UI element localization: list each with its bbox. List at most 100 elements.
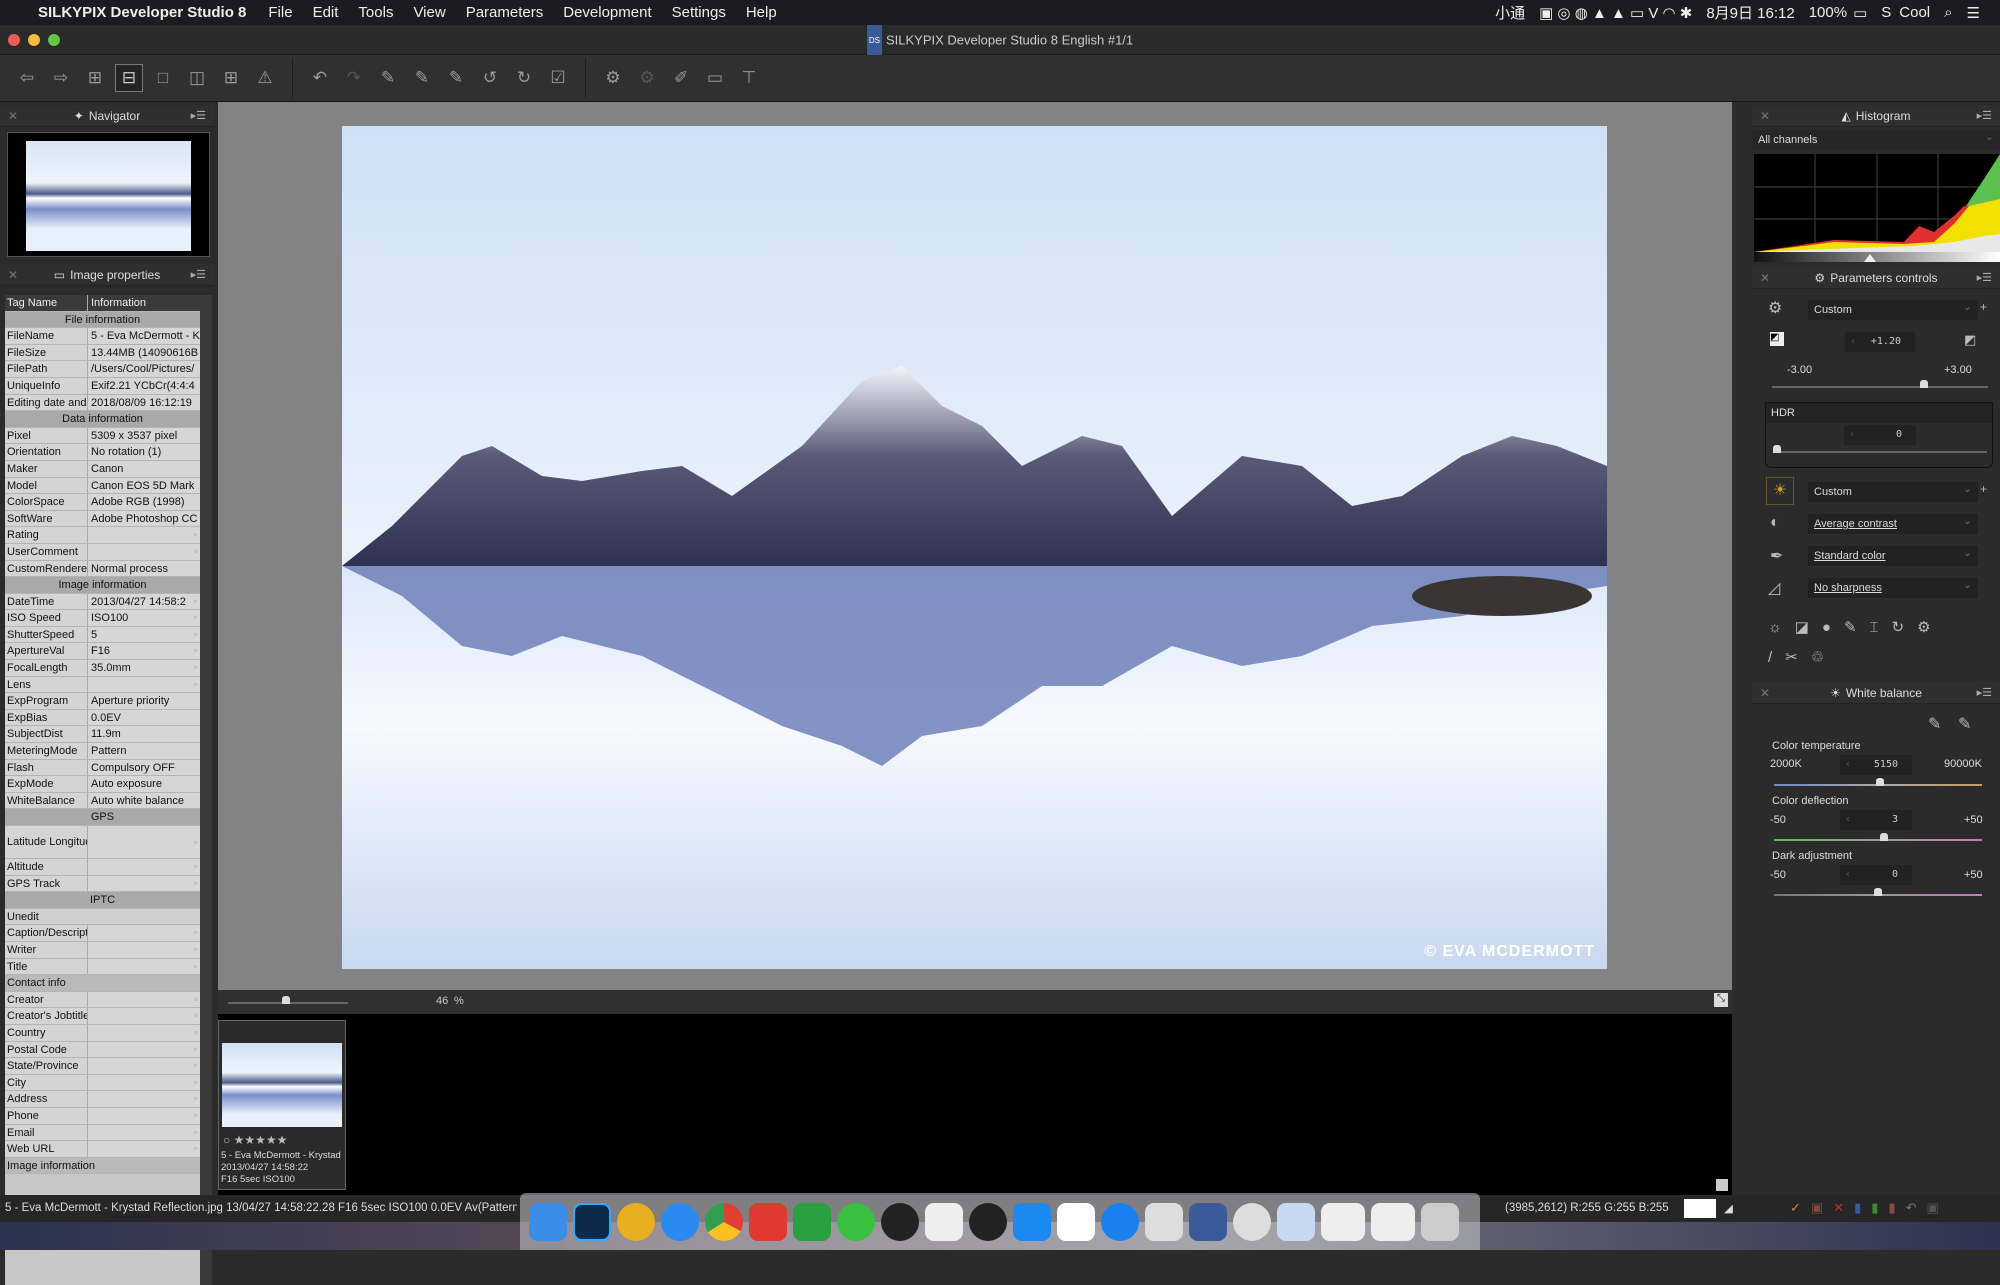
edit-icon[interactable]: ▫	[194, 594, 197, 610]
edit-icon[interactable]: ▫	[194, 1141, 197, 1157]
menu-parameters[interactable]: Parameters	[466, 4, 544, 21]
close-window-button[interactable]	[8, 34, 20, 46]
tag-value[interactable]: ▫	[88, 1058, 200, 1074]
tag-value[interactable]: ▫	[88, 925, 200, 941]
dock-baidu-icon[interactable]	[1057, 1202, 1095, 1241]
dock-g-app-icon[interactable]	[749, 1202, 787, 1241]
color-deflection-spinner[interactable]: 3	[1840, 810, 1912, 830]
battery-icon[interactable]: ▭	[1853, 4, 1867, 22]
add-icon[interactable]: +	[1980, 300, 1987, 314]
close-icon[interactable]: ✕	[1760, 686, 1770, 700]
thumbnail-grid-icon[interactable]: ⊞	[81, 64, 109, 92]
dock-silkypix-icon[interactable]	[1189, 1202, 1227, 1241]
edit-icon[interactable]: ▫	[194, 1091, 197, 1107]
close-icon[interactable]: ✕	[1760, 109, 1770, 123]
dock-safari-icon[interactable]	[661, 1202, 699, 1241]
edit-icon[interactable]: ▫	[194, 1008, 197, 1024]
checkbox-icon[interactable]: ☑	[544, 64, 572, 92]
dock-qq-icon[interactable]	[881, 1202, 919, 1241]
tag-value[interactable]: ▫	[88, 826, 200, 858]
tag-value[interactable]: ▫	[88, 1107, 200, 1124]
fit-icon[interactable]: ⤡	[1714, 993, 1728, 1007]
menu-view[interactable]: View	[413, 4, 445, 21]
tool-icons-row1[interactable]: ☼◪●✎⌶↻⚙	[1768, 618, 1944, 636]
save-settings-icon[interactable]: ⚙	[599, 64, 627, 92]
panel-menu-icon[interactable]: ▸☰	[191, 109, 206, 122]
tag-value[interactable]: 5 ▫	[88, 626, 200, 643]
menu-settings[interactable]: Settings	[672, 4, 726, 21]
menu-edit[interactable]: Edit	[313, 4, 339, 21]
dock-wechat-icon[interactable]	[837, 1202, 875, 1241]
taste-select[interactable]: Custom	[1808, 297, 1978, 320]
develop-icon[interactable]: ✐	[667, 64, 695, 92]
contrast-select[interactable]: Average contrast	[1808, 511, 1978, 534]
gray-dropper-icon[interactable]: ✎	[408, 64, 436, 92]
scroll-icon[interactable]	[1716, 1179, 1728, 1191]
edit-icon[interactable]: ▫	[194, 677, 197, 693]
dock-photoshop-icon[interactable]	[573, 1202, 611, 1241]
edit-icon[interactable]: ▫	[194, 826, 197, 858]
dock-1password-icon[interactable]	[1233, 1202, 1271, 1241]
edit-icon[interactable]: ▫	[194, 876, 197, 892]
dock-screenshot2-icon[interactable]	[1371, 1202, 1415, 1241]
hdr-label[interactable]: HDR	[1766, 403, 1992, 423]
edit-icon[interactable]: ▫	[194, 544, 197, 560]
hdr-spinner[interactable]: 0	[1844, 425, 1916, 445]
dock-finder-icon[interactable]	[529, 1202, 567, 1241]
tag-value[interactable]: 2013/04/27 14:58:2 ▫	[88, 593, 200, 610]
spotlight-icon[interactable]: ⌕	[1944, 4, 1952, 21]
color-temp-slider[interactable]	[1774, 778, 1982, 786]
status-action-icons[interactable]: ✓▣✕▮▮▮↶▣	[1790, 1200, 1949, 1216]
exposure-spinner[interactable]: +1.20	[1845, 332, 1915, 352]
image-viewer[interactable]: © EVA MCDERMOTT	[218, 102, 1732, 990]
apply-settings-icon[interactable]: ⚙	[633, 64, 661, 92]
tag-value[interactable]: ▫	[88, 527, 200, 543]
channel-select[interactable]: All channels	[1752, 127, 2000, 150]
menu-development[interactable]: Development	[563, 4, 651, 21]
panel-menu-icon[interactable]: ▸☰	[191, 268, 206, 281]
tag-value[interactable]: ▫	[88, 958, 200, 975]
edit-icon[interactable]: ▫	[194, 1042, 197, 1058]
edit-icon[interactable]: ▫	[194, 610, 197, 626]
wb-dropper-icon[interactable]: ✎	[1928, 714, 1941, 734]
edit-icon[interactable]: ▫	[194, 643, 197, 659]
tag-value[interactable]: 35.0mm ▫	[88, 660, 200, 676]
tag-value[interactable]: ▫	[88, 859, 200, 875]
dock-trash-icon[interactable]	[1421, 1202, 1459, 1241]
edit-icon[interactable]: ▫	[194, 627, 197, 643]
dock-pineapple-icon[interactable]	[617, 1202, 655, 1241]
zoom-value[interactable]: 46	[436, 995, 448, 1007]
menu-app[interactable]: SILKYPIX Developer Studio 8	[38, 4, 246, 21]
dark-adjustment-spinner[interactable]: 0	[1840, 865, 1912, 885]
compare-view-icon[interactable]: ◫	[183, 64, 211, 92]
tag-value[interactable]: ▫	[88, 941, 200, 958]
tag-value[interactable]: ▫	[88, 1041, 200, 1058]
notification-center-icon[interactable]: ☰	[1967, 4, 1980, 22]
close-icon[interactable]: ✕	[8, 268, 18, 282]
status-icons[interactable]: ▣ ◎ ◍ ▲ ▲ ▭ V ◠ ✱	[1539, 4, 1692, 22]
main-photo[interactable]: © EVA MCDERMOTT	[342, 126, 1607, 969]
edit-icon[interactable]: ▫	[194, 1125, 197, 1141]
edit-icon[interactable]: ▫	[194, 859, 197, 875]
wb-auto-dropper-icon[interactable]: ✎	[1958, 714, 1971, 734]
edit-icon[interactable]: ▫	[194, 925, 197, 941]
next-image-icon[interactable]: ⇨	[47, 64, 75, 92]
table-scrollbar[interactable]	[200, 295, 212, 1285]
edit-icon[interactable]: ▫	[194, 660, 197, 676]
rating-stars[interactable]: ○ ★★★★★	[223, 1133, 287, 1147]
undo-icon[interactable]: ↶	[306, 64, 334, 92]
close-icon[interactable]: ✕	[8, 109, 18, 123]
tag-value[interactable]: ▫	[88, 1124, 200, 1141]
dock-chrome-icon[interactable]	[705, 1202, 743, 1241]
panel-menu-icon[interactable]: ▸☰	[1977, 109, 1992, 122]
display-icon[interactable]: ▭	[701, 64, 729, 92]
thumbnail-card[interactable]: ○ ★★★★★ 5 - Eva McDermott - Krystad 2013…	[218, 1020, 346, 1190]
dock-cloud-icon[interactable]	[1101, 1202, 1139, 1241]
sharpness-select[interactable]: No sharpness	[1808, 575, 1978, 598]
tag-value[interactable]: F16 ▫	[88, 643, 200, 660]
user-name[interactable]: Cool	[1899, 4, 1930, 21]
quad-view-icon[interactable]: ⊞	[217, 64, 245, 92]
tag-value[interactable]: ▫	[88, 676, 200, 693]
zoom-slider[interactable]	[228, 996, 348, 1004]
tool-icons-row2[interactable]: /✂♲	[1768, 648, 1837, 666]
